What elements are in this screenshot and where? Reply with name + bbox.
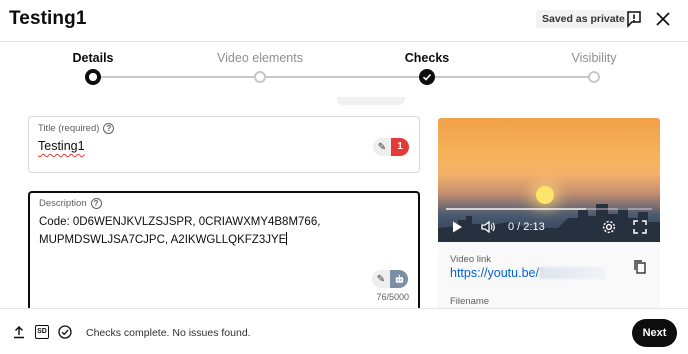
description-suggestion-pill[interactable]: ✎ bbox=[372, 270, 408, 288]
issue-count-badge: 1 bbox=[391, 138, 409, 156]
description-field-label: Description bbox=[39, 198, 87, 209]
checks-status-text: Checks complete. No issues found. bbox=[86, 327, 251, 339]
video-link[interactable]: https://youtu.be/ bbox=[450, 266, 605, 280]
step-visibility-dot[interactable] bbox=[588, 71, 600, 83]
scroll-shadow bbox=[337, 97, 405, 105]
pen-icon: ✎ bbox=[372, 270, 390, 288]
close-icon[interactable] bbox=[653, 9, 673, 29]
video-progress-bar[interactable] bbox=[446, 208, 652, 210]
help-icon[interactable]: ? bbox=[103, 123, 115, 134]
redacted-link-id bbox=[538, 267, 605, 279]
description-text: Code: 0D6WENJKVLZSJSPR, 0CRIAWXMY4B8M766… bbox=[39, 216, 321, 246]
step-checks-label[interactable]: Checks bbox=[405, 51, 449, 65]
pen-icon: ✎ bbox=[373, 138, 391, 156]
dialog-footer: SD Checks complete. No issues found. Nex… bbox=[0, 308, 688, 354]
next-button[interactable]: Next bbox=[632, 319, 677, 347]
step-details-dot[interactable] bbox=[85, 69, 101, 85]
video-thumbnail-skyline bbox=[438, 204, 660, 242]
step-checks-check-icon[interactable] bbox=[419, 69, 435, 85]
robot-icon bbox=[390, 270, 408, 288]
title-suggestion-pill[interactable]: ✎ 1 bbox=[373, 138, 409, 156]
report-issue-icon[interactable] bbox=[624, 9, 644, 29]
copy-icon[interactable] bbox=[632, 259, 648, 275]
title-field[interactable]: Title (required) ? Testing1 ✎ 1 bbox=[28, 116, 420, 173]
step-video-elements-label[interactable]: Video elements bbox=[217, 51, 303, 65]
title-input[interactable]: Testing1 bbox=[38, 139, 85, 153]
saved-status-badge: Saved as private bbox=[536, 10, 631, 28]
title-field-label: Title (required) bbox=[38, 123, 100, 134]
volume-icon[interactable] bbox=[480, 219, 496, 235]
text-caret bbox=[286, 232, 288, 245]
check-circle-icon[interactable] bbox=[58, 325, 72, 339]
sd-quality-icon[interactable]: SD bbox=[35, 325, 49, 339]
stepper-track bbox=[93, 76, 595, 78]
play-icon[interactable] bbox=[449, 219, 465, 235]
upload-icon[interactable] bbox=[12, 325, 26, 339]
character-counter: 76/5000 bbox=[376, 292, 409, 302]
dialog-header: Testing1 Saved as private bbox=[0, 0, 688, 42]
description-textarea[interactable]: Code: 0D6WENJKVLZSJSPR, 0CRIAWXMY4B8M766… bbox=[39, 213, 329, 249]
filename-label: Filename bbox=[450, 296, 490, 307]
step-video-elements-dot[interactable] bbox=[254, 71, 266, 83]
dialog-title: Testing1 bbox=[9, 8, 87, 29]
video-link-label: Video link bbox=[450, 254, 492, 265]
step-visibility-label[interactable]: Visibility bbox=[572, 51, 617, 65]
video-preview-player[interactable]: 0 / 2:13 bbox=[438, 118, 660, 242]
fullscreen-icon[interactable] bbox=[632, 219, 648, 235]
step-details-label[interactable]: Details bbox=[73, 51, 114, 65]
settings-gear-icon[interactable] bbox=[601, 219, 617, 235]
description-field[interactable]: Description ? Code: 0D6WENJKVLZSJSPR, 0C… bbox=[28, 191, 420, 308]
video-info-panel: Video link https://youtu.be/ Filename bbox=[438, 242, 660, 308]
video-time: 0 / 2:13 bbox=[508, 221, 545, 233]
help-icon[interactable]: ? bbox=[90, 198, 102, 209]
